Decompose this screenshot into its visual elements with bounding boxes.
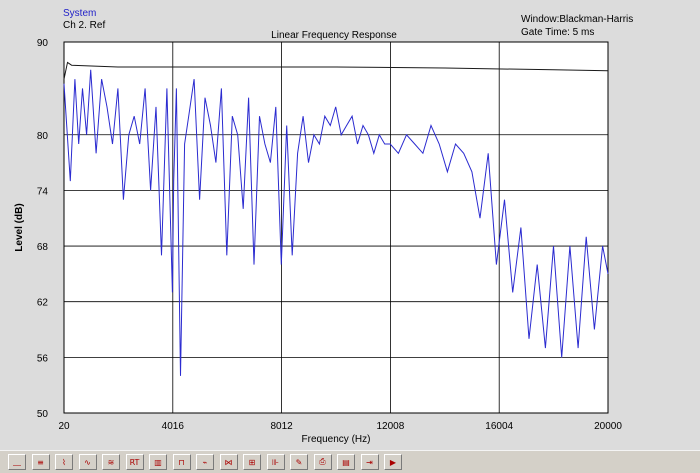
gate-icon: ⊞ [248, 457, 256, 467]
y-tick-label: 68 [37, 242, 49, 253]
toolbar-button-spectrum[interactable]: ⌁ [196, 454, 214, 470]
scale-icon: ≡ [37, 457, 44, 467]
toolbar-button-rt[interactable]: RT [125, 454, 144, 470]
cursor-peak-icon: ⌇ [62, 457, 66, 467]
toolbar-button-marker[interactable]: ✎ [290, 454, 308, 470]
frequency-response-chart[interactable]: 90 80 74 68 62 56 50 20 4016 8012 12008 16004 20000 L… [0, 0, 700, 450]
x-tick-label: 8012 [270, 421, 293, 432]
toolbar-button-envelope[interactable]: ⊓ [172, 454, 191, 470]
x-tick-label: 20000 [594, 421, 622, 432]
y-tick-label: 74 [37, 186, 49, 197]
toolbar-button-compare[interactable]: ⋈ [219, 454, 238, 470]
play-icon: ▶ [389, 457, 397, 467]
x-tick-label: 12008 [376, 421, 404, 432]
toolbar-button-baseline[interactable]: ⎽ [8, 454, 26, 470]
spectrum-icon: ⌁ [202, 457, 208, 467]
rt-icon: RT [129, 457, 140, 467]
toolbar-button-cursor-peak[interactable]: ⌇ [55, 454, 73, 470]
toolbar-button-overlay[interactable]: ≋ [102, 454, 120, 470]
toolbar-button-bar-graph[interactable]: ▥ [149, 454, 167, 470]
settings-icon: ⇥ [366, 457, 373, 467]
overlay-icon: ≋ [107, 457, 115, 467]
toolbar-button-waveform[interactable]: ∿ [78, 454, 97, 470]
app-window: System Ch 2. Ref Window:Blackman-Harris … [0, 0, 700, 473]
baseline-icon: ⎽ [13, 457, 21, 466]
envelope-icon: ⊓ [178, 457, 185, 467]
marker-icon: ✎ [295, 457, 303, 467]
toolbar: ⎽ ≡ ⌇ ∿ ≋ RT ▥ ⊓ ⌁ ⋈ ⊞ ⊪ ✎ ⎙ ▤ ⇥ ▶ [0, 450, 700, 473]
toolbar-button-export[interactable]: ▤ [337, 454, 355, 470]
toolbar-button-settings[interactable]: ⇥ [360, 454, 379, 470]
x-axis-label: Frequency (Hz) [302, 434, 371, 445]
y-tick-label: 62 [37, 298, 49, 309]
export-icon: ▤ [342, 457, 350, 467]
bars-icon: ⊪ [272, 457, 279, 467]
toolbar-button-scale[interactable]: ≡ [31, 454, 50, 470]
y-tick-label: 90 [37, 38, 49, 49]
toolbar-button-bars[interactable]: ⊪ [266, 454, 285, 470]
compare-icon: ⋈ [224, 457, 233, 467]
toolbar-button-gate[interactable]: ⊞ [243, 454, 261, 470]
chart-title: Linear Frequency Response [271, 30, 397, 41]
y-axis-label: Level (dB) [14, 203, 25, 251]
print-icon: ⎙ [319, 457, 326, 466]
toolbar-button-play[interactable]: ▶ [384, 454, 402, 470]
bar-graph-icon: ▥ [154, 457, 162, 467]
y-tick-label: 80 [37, 131, 49, 142]
x-tick-label: 4016 [162, 421, 185, 432]
toolbar-button-print[interactable]: ⎙ [313, 454, 332, 470]
y-tick-label: 56 [37, 353, 49, 364]
x-tick-label: 16004 [485, 421, 513, 432]
y-tick-label: 50 [37, 409, 49, 420]
waveform-icon: ∿ [84, 457, 91, 467]
x-tick-label: 20 [58, 421, 70, 432]
